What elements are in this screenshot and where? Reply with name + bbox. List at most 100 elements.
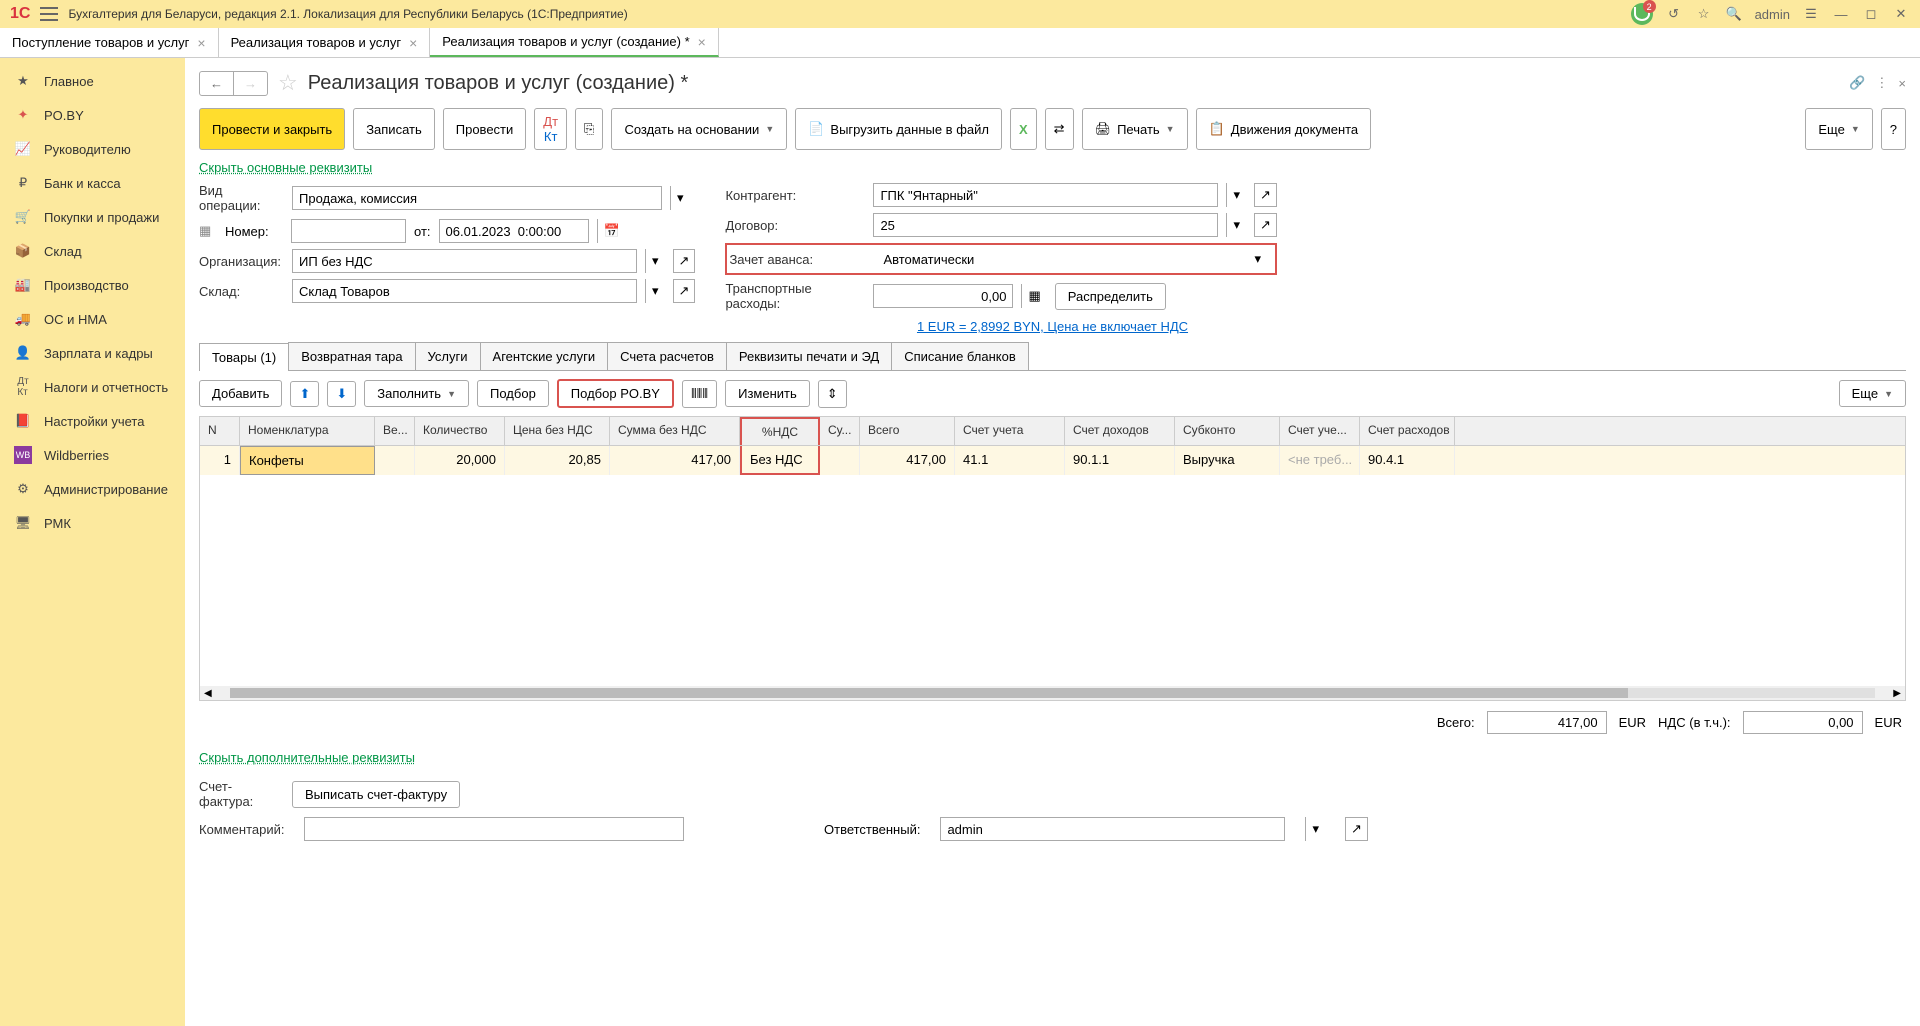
advance-select[interactable]: Автоматически	[877, 247, 1240, 271]
chevron-down-icon[interactable]: ▾	[1226, 183, 1246, 207]
warehouse-select[interactable]: Склад Товаров	[292, 279, 637, 303]
search-icon[interactable]: 🔍	[1725, 5, 1743, 23]
col-n[interactable]: N	[200, 417, 240, 445]
chevron-down-icon[interactable]: ▾	[645, 279, 665, 303]
post-button[interactable]: Провести	[443, 108, 527, 150]
transport-input[interactable]	[873, 284, 1013, 308]
tab-accounts[interactable]: Счета расчетов	[607, 342, 727, 370]
cell-expense[interactable]: 90.4.1	[1360, 446, 1455, 475]
col-subconto[interactable]: Субконто	[1175, 417, 1280, 445]
export-button[interactable]: 📄Выгрузить данные в файл	[795, 108, 1002, 150]
hide-extra-fields-link[interactable]: Скрыть дополнительные реквизиты	[199, 750, 415, 765]
sidebar-item-manager[interactable]: 📈Руководителю	[0, 132, 185, 166]
cell-income[interactable]: 90.1.1	[1065, 446, 1175, 475]
more-vertical-icon[interactable]: ⋮	[1875, 75, 1888, 91]
cell-account[interactable]: 41.1	[955, 446, 1065, 475]
scrollbar-thumb[interactable]	[230, 688, 1629, 698]
open-icon[interactable]: ↗	[1254, 213, 1277, 237]
chevron-down-icon[interactable]: ▾	[1226, 213, 1246, 237]
tab-agent[interactable]: Агентские услуги	[480, 342, 609, 370]
maximize-icon[interactable]: ◻	[1862, 5, 1880, 23]
col-price[interactable]: Цена без НДС	[505, 417, 610, 445]
create-from-button[interactable]: Создать на основании▼	[611, 108, 787, 150]
movements-button[interactable]: 📋Движения документа	[1196, 108, 1372, 150]
settings-lines-icon[interactable]: ☰	[1802, 5, 1820, 23]
excel-icon-button[interactable]: X	[1010, 108, 1037, 150]
sidebar-item-tax[interactable]: ДтКтНалоги и отчетность	[0, 370, 185, 404]
favorite-icon[interactable]: ☆	[1695, 5, 1713, 23]
calendar-icon[interactable]: 📅	[597, 219, 626, 243]
nav-tab-sales[interactable]: Реализация товаров и услуг×	[219, 28, 431, 57]
hide-main-fields-link[interactable]: Скрыть основные реквизиты	[199, 160, 372, 175]
table-row[interactable]: 1 Конфеты 20,000 20,85 417,00 Без НДС 41…	[200, 446, 1905, 475]
tab-close-icon[interactable]: ×	[197, 35, 205, 51]
tab-return-tare[interactable]: Возвратная тара	[288, 342, 415, 370]
minimize-icon[interactable]: —	[1832, 5, 1850, 23]
col-vatsum[interactable]: Су...	[820, 417, 860, 445]
col-sum[interactable]: Сумма без НДС	[610, 417, 740, 445]
sidebar-item-warehouse[interactable]: 📦Склад	[0, 234, 185, 268]
save-button[interactable]: Записать	[353, 108, 435, 150]
sidebar-item-admin[interactable]: ⚙Администрирование	[0, 472, 185, 506]
tab-services[interactable]: Услуги	[415, 342, 481, 370]
help-button[interactable]: ?	[1881, 108, 1906, 150]
contract-select[interactable]: 25	[873, 213, 1218, 237]
fill-button[interactable]: Заполнить▼	[364, 380, 469, 407]
back-button[interactable]: ←	[200, 72, 234, 95]
col-account2[interactable]: Счет уче...	[1280, 417, 1360, 445]
close-icon[interactable]: ✕	[1892, 5, 1910, 23]
scroll-left-icon[interactable]: ◀	[200, 688, 216, 699]
sidebar-item-pmk[interactable]: 🖥РМК	[0, 506, 185, 540]
distribute-button[interactable]: Распределить	[1055, 283, 1166, 310]
tab-close-icon[interactable]: ×	[409, 35, 417, 51]
col-vat[interactable]: %НДС	[740, 417, 820, 445]
cell-account2[interactable]: <не треб...	[1280, 446, 1360, 475]
col-account[interactable]: Счет учета	[955, 417, 1065, 445]
responsible-select[interactable]: admin	[940, 817, 1285, 841]
cell-sum[interactable]: 417,00	[610, 446, 740, 475]
open-icon[interactable]: ↗	[1254, 183, 1277, 207]
link-icon[interactable]: 🔗	[1849, 75, 1865, 91]
sidebar-item-accounting-settings[interactable]: 📕Настройки учета	[0, 404, 185, 438]
compare-icon-button[interactable]: ⇄	[1045, 108, 1074, 150]
cell-vatsum[interactable]	[820, 446, 860, 475]
sidebar-item-salary[interactable]: 👤Зарплата и кадры	[0, 336, 185, 370]
col-qty[interactable]: Количество	[415, 417, 505, 445]
chevron-down-icon[interactable]: ▾	[670, 186, 690, 210]
pick-button[interactable]: Подбор	[477, 380, 549, 407]
tab-close-icon[interactable]: ×	[698, 34, 706, 50]
tab-goods[interactable]: Товары (1)	[199, 343, 289, 371]
cell-vat[interactable]: Без НДС	[740, 446, 820, 475]
forward-button[interactable]: →	[234, 72, 267, 95]
change-button[interactable]: Изменить	[725, 380, 810, 407]
notification-icon[interactable]: 2	[1631, 3, 1653, 25]
tab-print-req[interactable]: Реквизиты печати и ЭД	[726, 342, 892, 370]
menu-burger-icon[interactable]	[40, 7, 58, 21]
move-up-button[interactable]: ⬆	[290, 381, 319, 407]
open-icon[interactable]: ↗	[673, 279, 696, 303]
sidebar-item-trade[interactable]: 🛒Покупки и продажи	[0, 200, 185, 234]
sidebar-item-wildberries[interactable]: WBWildberries	[0, 438, 185, 472]
add-button[interactable]: Добавить	[199, 380, 282, 407]
partner-select[interactable]: ГПК "Янтарный"	[873, 183, 1218, 207]
open-icon[interactable]: ↗	[1345, 817, 1368, 841]
sidebar-item-main[interactable]: ★Главное	[0, 64, 185, 98]
col-weight[interactable]: Ве...	[375, 417, 415, 445]
date-input[interactable]	[439, 219, 589, 243]
expand-button[interactable]: ⇕	[818, 380, 847, 408]
tab-writeoff[interactable]: Списание бланков	[891, 342, 1029, 370]
col-expense-acc[interactable]: Счет расходов	[1360, 417, 1455, 445]
more-button[interactable]: Еще▼	[1805, 108, 1872, 150]
comment-input[interactable]	[304, 817, 684, 841]
nav-tab-receipt[interactable]: Поступление товаров и услуг×	[0, 28, 219, 57]
favorite-toggle[interactable]: ☆	[278, 70, 298, 96]
nav-tab-sales-create[interactable]: Реализация товаров и услуг (создание) *×	[430, 28, 719, 57]
op-type-select[interactable]: Продажа, комиссия	[292, 186, 662, 210]
sidebar-item-production[interactable]: 🏭Производство	[0, 268, 185, 302]
open-icon[interactable]: ↗	[673, 249, 696, 273]
number-input[interactable]	[291, 219, 406, 243]
pick-poby-button[interactable]: Подбор PO.BY	[557, 379, 674, 408]
user-label[interactable]: admin	[1755, 7, 1790, 22]
col-total[interactable]: Всего	[860, 417, 955, 445]
sidebar-item-poby[interactable]: ✦PO.BY	[0, 98, 185, 132]
